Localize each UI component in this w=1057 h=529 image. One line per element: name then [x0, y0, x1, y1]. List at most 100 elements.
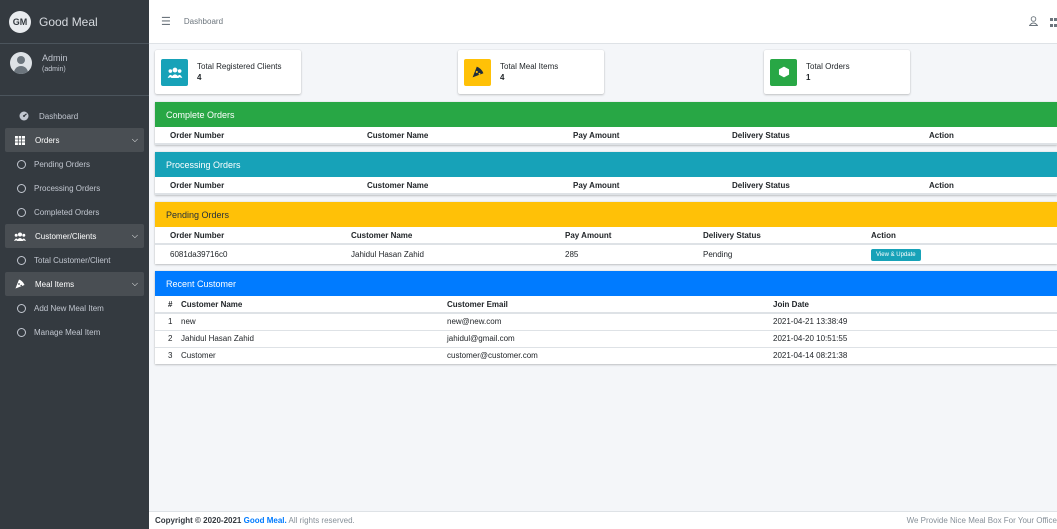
sidebar-item-label: Pending Orders	[34, 159, 91, 169]
top-navbar: ☰ Dashboard	[149, 0, 1057, 44]
circle-icon	[17, 255, 26, 265]
sidebar-item-label: Meal Items	[35, 279, 75, 289]
sidebar-item-label: Customer/Clients	[35, 231, 97, 241]
sidebar-item-manage-meal-item[interactable]: Manage Meal Item	[5, 320, 144, 344]
sidebar-item-add-meal-item[interactable]: Add New Meal Item	[5, 296, 144, 320]
sidebar-nav: Dashboard Orders ⌵ Pending Orders Proces…	[0, 96, 149, 344]
column-header: Delivery Status	[699, 227, 867, 245]
apps-grid-icon[interactable]	[1050, 18, 1057, 29]
column-header: Customer Name	[347, 227, 561, 245]
processing-orders-table: Order Number Customer Name Pay Amount De…	[155, 177, 1057, 195]
sidebar-item-orders[interactable]: Orders ⌵	[5, 128, 144, 152]
customer-email-cell: new@new.com	[443, 312, 769, 330]
info-box-orders: Total Orders 1	[764, 50, 910, 94]
breadcrumb[interactable]: Dashboard	[184, 17, 223, 26]
users-icon	[161, 58, 188, 86]
sidebar-item-completed-orders[interactable]: Completed Orders	[5, 200, 144, 224]
row-number-cell: 1	[155, 312, 177, 330]
info-box-value: 1	[806, 73, 811, 82]
user-panel[interactable]: Admin (admin)	[0, 44, 149, 96]
action-cell: View & Update	[867, 243, 1057, 264]
footer-copyright: Copyright © 2020-2021 Good Meal. All rig…	[155, 516, 355, 525]
circle-icon	[17, 303, 26, 313]
customer-email-cell: jahidul@gmail.com	[443, 329, 769, 347]
column-header: Action	[867, 227, 1057, 245]
sidebar-item-label: Manage Meal Item	[34, 327, 101, 337]
column-header: Action	[925, 127, 1057, 145]
column-header: Customer Email	[443, 296, 769, 314]
user-name[interactable]: Admin	[42, 52, 68, 64]
column-header: #	[155, 296, 177, 314]
table-row: 1 new new@new.com 2021-04-21 13:38:49	[155, 312, 1057, 330]
pizza-icon	[13, 279, 27, 289]
brand-link[interactable]: GM Good Meal	[0, 0, 149, 44]
table-row: 6081da39716c0 Jahidul Hasan Zahid 285 Pe…	[155, 243, 1057, 264]
grid-icon	[13, 135, 27, 145]
user-icon[interactable]	[1028, 16, 1039, 29]
chevron-down-icon: ⌵	[131, 279, 138, 288]
sidebar-item-label: Add New Meal Item	[34, 303, 104, 313]
brand-title: Good Meal	[39, 14, 98, 29]
card-title: Recent Customer	[155, 271, 1057, 296]
sidebar-item-total-customer[interactable]: Total Customer/Client	[5, 248, 144, 272]
info-box-label: Total Registered Clients	[197, 62, 282, 71]
complete-orders-table: Order Number Customer Name Pay Amount De…	[155, 127, 1057, 145]
table-row: 2 Jahidul Hasan Zahid jahidul@gmail.com …	[155, 329, 1057, 347]
column-header: Customer Name	[363, 177, 569, 195]
order-number-cell: 6081da39716c0	[155, 243, 347, 264]
copyright-text: Copyright © 2020-2021	[155, 516, 242, 525]
circle-icon	[17, 207, 26, 217]
table-row: 3 Customer customer@customer.com 2021-04…	[155, 346, 1057, 364]
chevron-down-icon: ⌵	[131, 135, 138, 144]
column-header: Order Number	[155, 127, 363, 145]
card-title: Pending Orders	[155, 202, 1057, 227]
pending-orders-table: Order Number Customer Name Pay Amount De…	[155, 227, 1057, 264]
sidebar-item-customer-clients[interactable]: Customer/Clients ⌵	[5, 224, 144, 248]
info-box-label: Total Meal Items	[500, 62, 559, 71]
pending-orders-card: Pending Orders Order Number Customer Nam…	[155, 202, 1057, 264]
info-box-value: 4	[500, 73, 505, 82]
column-header: Pay Amount	[561, 227, 699, 245]
sidebar-item-label: Total Customer/Client	[34, 255, 111, 265]
sidebar-item-meal-items[interactable]: Meal Items ⌵	[5, 272, 144, 296]
complete-orders-card: Complete Orders Order Number Customer Na…	[155, 102, 1057, 145]
column-header: Customer Name	[363, 127, 569, 145]
dashboard-icon	[17, 111, 31, 121]
sidebar-item-processing-orders[interactable]: Processing Orders	[5, 176, 144, 200]
sidebar: GM Good Meal Admin (admin) Dashboard Ord…	[0, 0, 149, 529]
processing-orders-card: Processing Orders Order Number Customer …	[155, 152, 1057, 195]
customer-name-cell: Customer	[177, 346, 443, 364]
info-box-meal-items: Total Meal Items 4	[458, 50, 604, 94]
row-number-cell: 2	[155, 329, 177, 347]
recent-customer-card: Recent Customer # Customer Name Customer…	[155, 271, 1057, 364]
column-header: Action	[925, 177, 1057, 195]
circle-icon	[17, 159, 26, 169]
join-date-cell: 2021-04-21 13:38:49	[769, 312, 1057, 330]
column-header: Pay Amount	[569, 127, 728, 145]
join-date-cell: 2021-04-14 08:21:38	[769, 346, 1057, 364]
customer-email-cell: customer@customer.com	[443, 346, 769, 364]
pay-amount-cell: 285	[561, 243, 699, 264]
info-box-value: 4	[197, 73, 202, 82]
info-box-label: Total Orders	[806, 62, 850, 71]
menu-toggle-icon[interactable]: ☰	[161, 15, 171, 28]
pizza-icon	[464, 58, 491, 86]
column-header: Customer Name	[177, 296, 443, 314]
sidebar-item-dashboard[interactable]: Dashboard	[5, 104, 144, 128]
column-header: Order Number	[155, 177, 363, 195]
column-header: Delivery Status	[728, 177, 925, 195]
circle-icon	[17, 183, 26, 193]
view-update-button[interactable]: View & Update	[871, 248, 921, 261]
delivery-status-cell: Pending	[699, 243, 867, 264]
customer-name-cell: new	[177, 312, 443, 330]
rights-text: All rights reserved.	[288, 516, 355, 525]
users-icon	[13, 231, 27, 241]
info-box-clients: Total Registered Clients 4	[155, 50, 301, 94]
avatar	[10, 52, 32, 74]
main-content: Total Registered Clients 4 Total Meal It…	[155, 50, 1057, 371]
chevron-down-icon: ⌵	[131, 231, 138, 240]
sidebar-item-pending-orders[interactable]: Pending Orders	[5, 152, 144, 176]
card-title: Processing Orders	[155, 152, 1057, 177]
footer: Copyright © 2020-2021 Good Meal. All rig…	[149, 511, 1057, 529]
brand-footer-link[interactable]: Good Meal.	[244, 516, 287, 525]
